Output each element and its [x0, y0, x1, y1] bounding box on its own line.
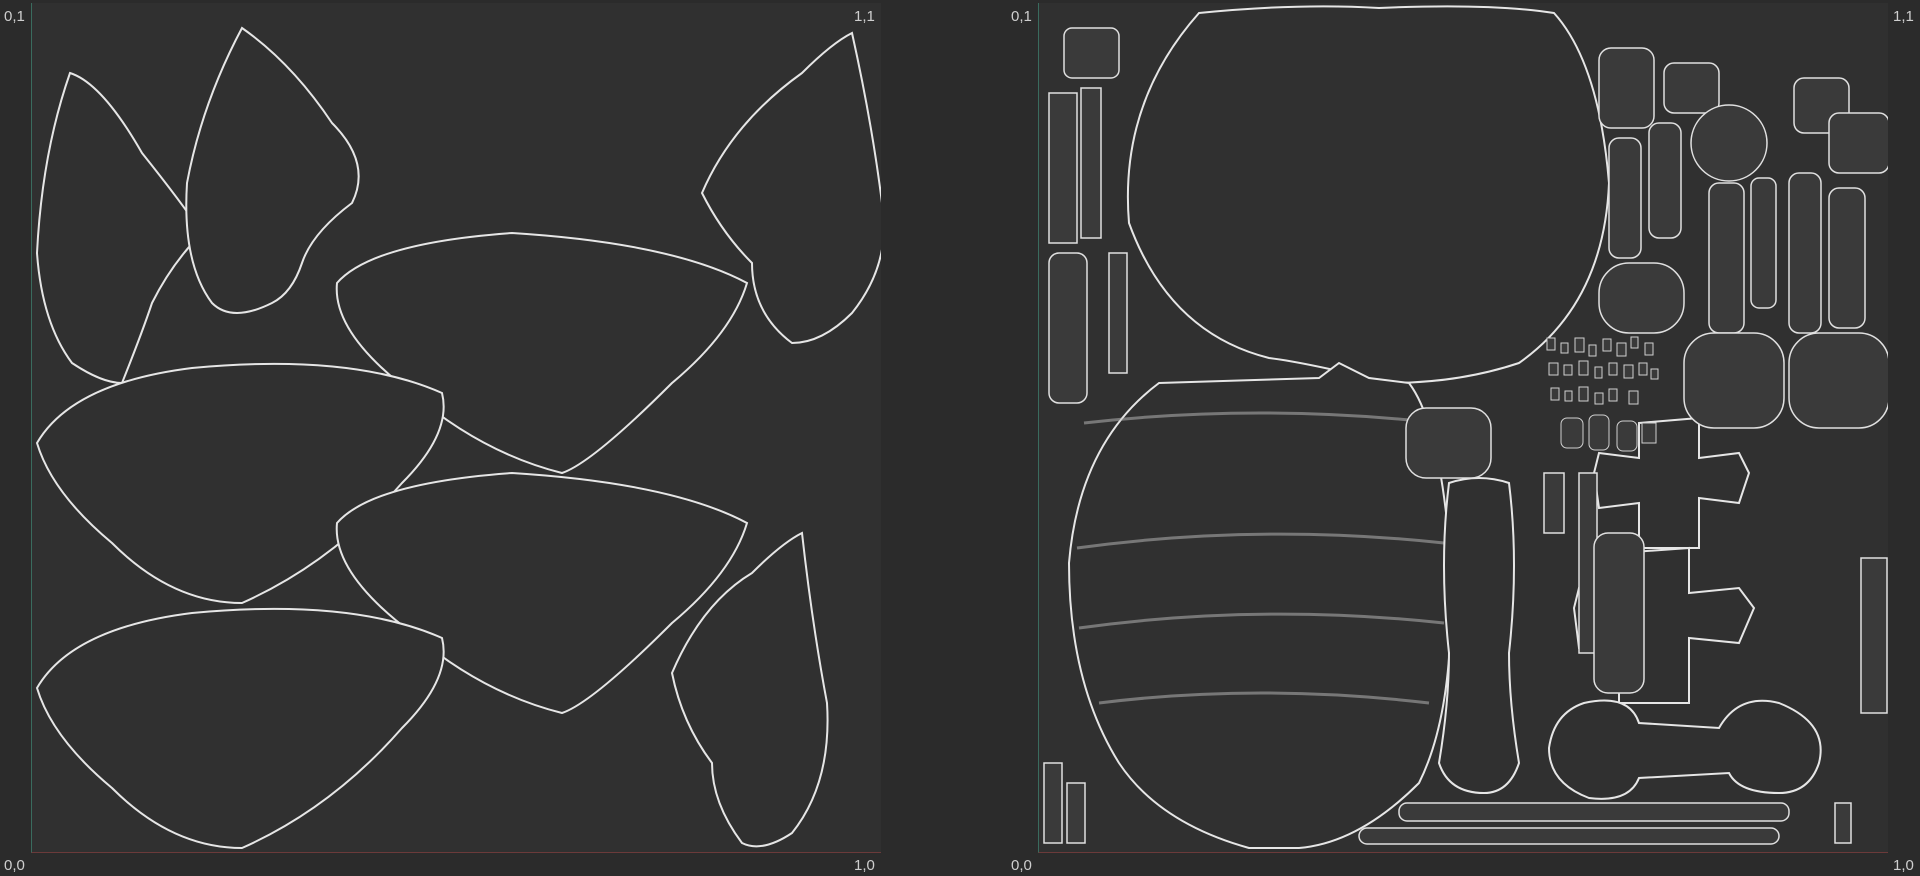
uv-island-dumbbell — [1547, 699, 1822, 800]
left-label-top-left: 0,1 — [4, 8, 25, 25]
left-uv-islands — [35, 26, 881, 850]
uv-island-small-strip-1 — [1048, 92, 1078, 244]
right-uv-square[interactable] — [1038, 3, 1888, 853]
left-uv-viewport[interactable]: 0,1 1,1 0,0 1,0 — [0, 0, 881, 876]
left-label-bottom-right: 1,0 — [854, 857, 875, 874]
right-label-bottom-right: 1,0 — [1893, 857, 1914, 874]
left-label-top-right: 1,1 — [854, 8, 875, 25]
uv-island-small-strip-2 — [1080, 87, 1102, 239]
uv-island-small-strip-6 — [1066, 782, 1086, 844]
right-uv-islands — [1043, 5, 1888, 849]
left-uv-square[interactable] — [31, 3, 881, 853]
left-label-bottom-left: 0,0 — [4, 857, 25, 874]
right-label-top-right: 1,1 — [1893, 8, 1914, 25]
right-label-bottom-left: 0,0 — [1011, 857, 1032, 874]
uv-island-strip-2 — [1358, 827, 1780, 845]
uv-island-leaf-1 — [35, 71, 204, 385]
uv-island-small-strip-4 — [1108, 252, 1128, 374]
uv-island-leg — [1437, 477, 1521, 795]
right-uv-viewport[interactable]: 0,1 1,1 0,0 1,0 — [1000, 0, 1920, 876]
uv-island-small-strip-5 — [1043, 762, 1063, 844]
uv-island-wing-4 — [35, 607, 445, 850]
uv-island-strip-1 — [1398, 802, 1790, 822]
uv-island-body — [1067, 361, 1452, 849]
uv-island-head-top — [1126, 5, 1611, 385]
uv-island-leaf-2 — [185, 26, 360, 314]
right-label-top-left: 0,1 — [1011, 8, 1032, 25]
uv-island-small-strip-3 — [1048, 252, 1088, 404]
uv-island-small-cap — [1063, 27, 1120, 79]
